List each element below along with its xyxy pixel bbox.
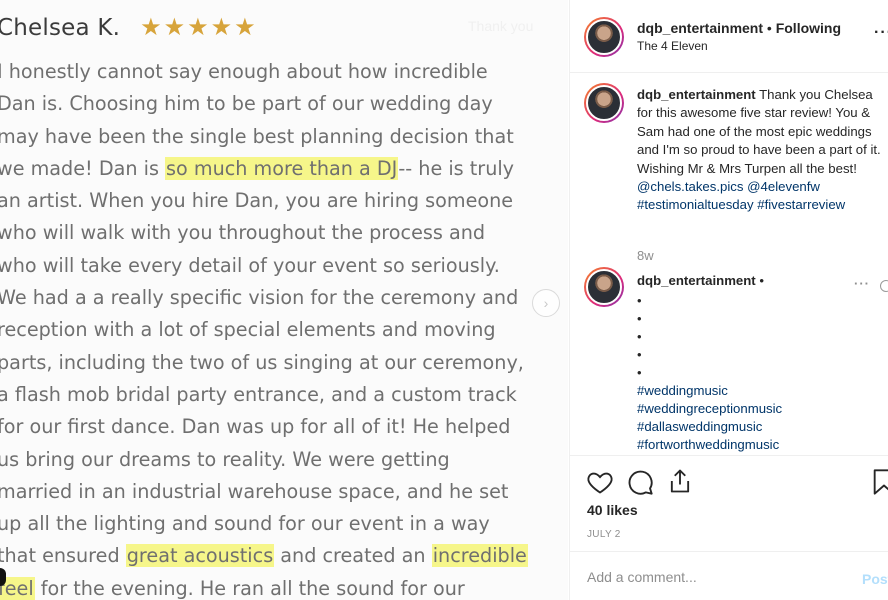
review-text-segment: we made! Dan is <box>0 156 166 180</box>
hashtag-link[interactable]: #weddingmusic <box>637 382 782 400</box>
more-options-icon[interactable]: ··· <box>874 24 888 42</box>
star-icon: ★ <box>210 14 233 41</box>
review-line: married in an industrial warehouse space… <box>0 476 568 508</box>
comment-author: dqb_entertainment • <box>637 273 764 288</box>
faded-overlay-text: Thank you <box>468 18 534 34</box>
follow-status[interactable]: Following <box>776 20 841 36</box>
review-text-segment: married in an industrial warehouse space… <box>0 479 509 503</box>
hashtag-link[interactable]: #fortworthweddingmusic <box>637 436 782 454</box>
hashtag-list: #weddingmusic #weddingreceptionmusic #da… <box>637 382 782 454</box>
highlighted-phrase: incredible <box>431 544 528 568</box>
star-icon: ★ <box>140 14 162 41</box>
highlighted-phrase: so much more than a DJ <box>165 156 399 180</box>
hashtag-link[interactable]: #weddingreceptionmusic <box>637 400 782 418</box>
caption-comment: dqb_entertainment Thank you Chelsea for … <box>637 87 881 213</box>
post-photo[interactable]: Chelsea K. ★ ★ ★ ★ ★ Thank you I honestl… <box>0 0 568 600</box>
review-line: We had a a really specific vision for th… <box>0 282 568 314</box>
avatar[interactable] <box>584 267 624 307</box>
review-text-segment: may have been the single best planning d… <box>0 124 514 148</box>
review-text-segment: and created an <box>274 544 432 568</box>
review-text-segment: for our first dance. Dan was up for all … <box>0 415 511 439</box>
post-side-panel: dqb_entertainment • Following The 4 Elev… <box>569 0 888 600</box>
hashtag-link[interactable]: #fivestarreview <box>757 197 845 212</box>
review-text-segment: for the evening. He ran all the sound fo… <box>34 576 465 600</box>
review-line: us bring our dreams to reality. We were … <box>0 444 568 476</box>
comment-options-icon[interactable]: ··· <box>854 276 870 291</box>
username-link[interactable]: dqb_entertainment <box>637 20 763 36</box>
review-text-segment: a flash mob bridal party entrance, and a… <box>0 382 517 406</box>
caption-username[interactable]: dqb_entertainment <box>637 87 756 102</box>
add-comment-area: Post <box>570 551 888 600</box>
review-text-segment: We had a a really specific vision for th… <box>0 286 519 310</box>
bookmark-icon[interactable] <box>870 468 888 496</box>
review-line: that ensured great acoustics and created… <box>0 540 568 572</box>
comment-username[interactable]: dqb_entertainment <box>637 273 756 288</box>
comment-timestamp: 8w <box>637 248 654 263</box>
review-line: an artist. When you hire Dan, you are hi… <box>0 185 568 217</box>
review-line: we made! Dan is so much more than a DJ--… <box>0 153 568 185</box>
review-text-segment: an artist. When you hire Dan, you are hi… <box>0 189 514 213</box>
chevron-right-icon: › <box>543 295 549 311</box>
post-header: dqb_entertainment • Following The 4 Elev… <box>570 0 888 73</box>
review-text-segment: parts, including the two of us singing a… <box>0 350 524 374</box>
review-line: who will walk with you throughout the pr… <box>0 217 568 249</box>
review-line: up all the lighting and sound for our ev… <box>0 508 568 540</box>
location-link[interactable]: The 4 Eleven <box>637 39 708 53</box>
review-text-segment: -- he is truly <box>398 156 515 180</box>
hashtag-link[interactable]: #testimonialtuesday <box>637 197 754 212</box>
review-text-segment: who will walk with you throughout the pr… <box>0 221 486 245</box>
review-line: Dan is. Choosing him to be part of our w… <box>0 88 568 120</box>
review-text-segment: I honestly cannot say enough about how i… <box>0 60 488 83</box>
review-text-segment: who will take every detail of your event… <box>0 253 500 277</box>
avatar[interactable] <box>584 17 624 57</box>
highlighted-phrase: great acoustics <box>125 544 275 568</box>
review-line: for our first dance. Dan was up for all … <box>0 411 568 443</box>
reviewer-name: Chelsea K. <box>0 15 121 41</box>
review-line: may have been the single best planning d… <box>0 121 568 153</box>
star-icon: ★ <box>163 14 186 41</box>
review-line: a flash mob bridal party entrance, and a… <box>0 379 568 411</box>
likes-count[interactable]: 40 likes <box>587 502 638 518</box>
post-author: dqb_entertainment • Following <box>637 20 842 36</box>
like-comment-icon[interactable] <box>880 280 888 292</box>
star-icon: ★ <box>234 14 256 41</box>
review-text: I honestly cannot say enough about how i… <box>0 56 568 600</box>
review-header: Chelsea K. ★ ★ ★ ★ ★ <box>0 12 256 44</box>
review-text-segment: that ensured <box>0 544 126 568</box>
share-icon[interactable] <box>666 467 694 495</box>
post-comment-button[interactable]: Post <box>862 571 888 587</box>
review-line: parts, including the two of us singing a… <box>0 347 568 379</box>
mention-link[interactable]: @4elevenfw <box>747 179 820 194</box>
mention-link[interactable]: @chels.takes.pics <box>637 179 743 194</box>
review-text-segment: us bring our dreams to reality. We were … <box>0 447 450 471</box>
review-line: reception with a lot of special elements… <box>0 314 568 346</box>
review-line: who will take every detail of your event… <box>0 250 568 282</box>
comment-icon[interactable] <box>626 468 654 496</box>
review-text-segment: reception with a lot of special elements… <box>0 318 496 342</box>
review-text-segment: up all the lighting and sound for our ev… <box>0 512 490 536</box>
review-text-segment: Dan is. Choosing him to be part of our w… <box>0 92 493 116</box>
bullet-list: • • • • • <box>637 293 642 380</box>
next-photo-button[interactable]: › <box>532 289 560 317</box>
avatar[interactable] <box>584 83 624 123</box>
heart-icon[interactable] <box>586 468 614 496</box>
review-line: I honestly cannot say enough about how i… <box>0 56 568 88</box>
comment-input[interactable] <box>587 569 837 585</box>
rating-stars: ★ ★ ★ ★ ★ <box>140 16 256 40</box>
star-icon: ★ <box>187 14 209 41</box>
review-line: feel for the evening. He ran all the sou… <box>0 573 568 600</box>
post-date: JULY 2 <box>587 529 621 540</box>
hashtag-link[interactable]: #dallasweddingmusic <box>637 418 782 436</box>
